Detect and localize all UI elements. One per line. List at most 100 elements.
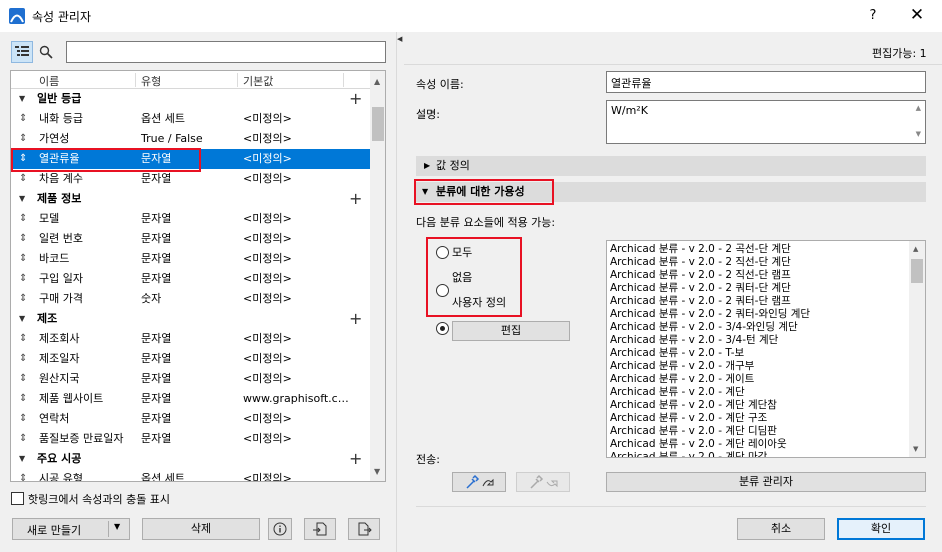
- move-handle-icon[interactable]: ⇕: [19, 269, 27, 289]
- group-row[interactable]: ▼ 일반 등급 +: [11, 89, 370, 109]
- classification-item[interactable]: Archicad 분류 - v 2.0 - 계단: [610, 386, 745, 399]
- radio-custom[interactable]: [436, 322, 449, 335]
- move-handle-icon[interactable]: ⇕: [19, 469, 27, 481]
- classification-item[interactable]: Archicad 분류 - v 2.0 - 계단 디딤판: [610, 425, 777, 438]
- add-icon[interactable]: +: [349, 189, 362, 209]
- delete-button[interactable]: 삭제: [142, 518, 260, 540]
- property-row[interactable]: ⇕ 모델 문자열 <미정의>: [11, 209, 370, 229]
- group-row[interactable]: ▼ 제품 정보 +: [11, 189, 370, 209]
- move-handle-icon[interactable]: ⇕: [19, 209, 27, 229]
- cancel-button[interactable]: 취소: [737, 518, 825, 540]
- classification-item[interactable]: Archicad 분류 - v 2.0 - 2 쿼터-단 램프: [610, 295, 791, 308]
- move-handle-icon[interactable]: ⇕: [19, 429, 27, 449]
- move-handle-icon[interactable]: ⇕: [19, 109, 27, 129]
- collapse-arrow-icon[interactable]: ▼: [19, 189, 25, 209]
- move-handle-icon[interactable]: ⇕: [19, 409, 27, 429]
- description-field[interactable]: W/m²K ▲ ▼: [606, 100, 926, 144]
- search-input[interactable]: [66, 41, 386, 63]
- property-row[interactable]: ⇕ 제품 웹사이트 문자열 www.graphisoft.co...: [11, 389, 370, 409]
- help-button[interactable]: ?: [860, 4, 886, 28]
- export-button[interactable]: [348, 518, 380, 540]
- column-header-type[interactable]: 유형: [141, 73, 161, 89]
- classification-item[interactable]: Archicad 분류 - v 2.0 - 2 곡선-단 계단: [610, 243, 791, 256]
- move-handle-icon[interactable]: ⇕: [19, 169, 27, 189]
- classification-item[interactable]: Archicad 분류 - v 2.0 - 2 직선-단 계단: [610, 256, 791, 269]
- radio-all[interactable]: [436, 246, 449, 259]
- property-row[interactable]: ⇕ 차음 계수 문자열 <미정의>: [11, 169, 370, 189]
- group-row[interactable]: ▼ 제조 +: [11, 309, 370, 329]
- classification-item[interactable]: Archicad 분류 - v 2.0 - 3/4-와인딩 계단: [610, 321, 798, 334]
- collapse-arrow-icon[interactable]: ▼: [19, 89, 25, 109]
- new-button[interactable]: 새로 만들기 ▼: [12, 518, 130, 540]
- scroll-down-icon[interactable]: ▼: [913, 445, 918, 453]
- move-handle-icon[interactable]: ⇕: [19, 389, 27, 409]
- inject-button[interactable]: [516, 472, 570, 492]
- scroll-up-icon[interactable]: ▲: [913, 245, 918, 253]
- value-definition-section[interactable]: ▶ 값 정의: [416, 156, 926, 176]
- ok-button[interactable]: 확인: [837, 518, 925, 540]
- property-row[interactable]: ⇕ 원산지국 문자열 <미정의>: [11, 369, 370, 389]
- info-button[interactable]: [268, 518, 292, 540]
- move-handle-icon[interactable]: ⇕: [19, 369, 27, 389]
- move-handle-icon[interactable]: ⇕: [19, 289, 27, 309]
- classification-item[interactable]: Archicad 분류 - v 2.0 - 2 쿼터-와인딩 계단: [610, 308, 810, 321]
- move-handle-icon[interactable]: ⇕: [19, 329, 27, 349]
- move-handle-icon[interactable]: ⇕: [19, 249, 27, 269]
- add-icon[interactable]: +: [349, 449, 362, 469]
- classification-manager-button[interactable]: 분류 관리자: [606, 472, 926, 492]
- scroll-thumb[interactable]: [372, 107, 384, 141]
- classification-item[interactable]: Archicad 분류 - v 2.0 - 개구부: [610, 360, 754, 373]
- collapse-arrow-icon[interactable]: ▼: [19, 309, 25, 329]
- classification-item[interactable]: Archicad 분류 - v 2.0 - 2 직선-단 램프: [610, 269, 791, 282]
- property-row[interactable]: ⇕ 제조회사 문자열 <미정의>: [11, 329, 370, 349]
- column-header-default[interactable]: 기본값: [243, 73, 273, 89]
- move-handle-icon[interactable]: ⇕: [19, 129, 27, 149]
- classification-item[interactable]: Archicad 분류 - v 2.0 - 계단 구조: [610, 412, 767, 425]
- radio-none[interactable]: [436, 284, 449, 297]
- classification-item[interactable]: Archicad 분류 - v 2.0 - 계단 마감: [610, 451, 767, 457]
- property-row[interactable]: ⇕ 가연성 True / False <미정의>: [11, 129, 370, 149]
- property-row[interactable]: ⇕ 일련 번호 문자열 <미정의>: [11, 229, 370, 249]
- property-row[interactable]: ⇕ 연락처 문자열 <미정의>: [11, 409, 370, 429]
- edit-button[interactable]: 편집: [452, 321, 570, 341]
- classification-item[interactable]: Archicad 분류 - v 2.0 - 계단 레이아웃: [610, 438, 787, 451]
- property-row[interactable]: ⇕ 바코드 문자열 <미정의>: [11, 249, 370, 269]
- classification-item[interactable]: Archicad 분류 - v 2.0 - 계단 계단참: [610, 399, 777, 412]
- property-name: 차음 계수: [39, 172, 83, 185]
- collapse-arrow-icon[interactable]: ◀: [397, 35, 402, 43]
- property-row[interactable]: ⇕ 내화 등급 옵션 세트 <미정의>: [11, 109, 370, 129]
- scroll-thumb[interactable]: [911, 259, 923, 283]
- group-row[interactable]: ▼ 주요 시공 +: [11, 449, 370, 469]
- pane-splitter[interactable]: [396, 32, 404, 552]
- import-button[interactable]: [304, 518, 336, 540]
- property-name: 구매 가격: [39, 292, 83, 305]
- classification-item[interactable]: Archicad 분류 - v 2.0 - 3/4-턴 계단: [610, 334, 778, 347]
- tree-view-icon[interactable]: [11, 41, 33, 63]
- property-row[interactable]: ⇕ 제조일자 문자열 <미정의>: [11, 349, 370, 369]
- scroll-down-icon[interactable]: ▼: [374, 467, 380, 476]
- property-row[interactable]: ⇕ 시공 유형 옵션 세트 <미정의>: [11, 469, 370, 481]
- add-icon[interactable]: +: [349, 89, 362, 109]
- classification-item[interactable]: Archicad 분류 - v 2.0 - 2 쿼터-단 계단: [610, 282, 791, 295]
- classification-scrollbar[interactable]: ▲ ▼: [909, 241, 925, 457]
- scroll-up-icon[interactable]: ▲: [374, 77, 380, 86]
- search-icon[interactable]: [35, 41, 57, 63]
- hotlink-conflict-checkbox[interactable]: [11, 492, 24, 505]
- add-icon[interactable]: +: [349, 309, 362, 329]
- move-handle-icon[interactable]: ⇕: [19, 349, 27, 369]
- tree-scrollbar[interactable]: ▲ ▼: [370, 71, 385, 481]
- collapse-arrow-icon[interactable]: ▼: [19, 449, 25, 469]
- property-row[interactable]: ⇕ 구매 가격 숫자 <미정의>: [11, 289, 370, 309]
- pick-up-button[interactable]: [452, 472, 506, 492]
- classification-item[interactable]: Archicad 분류 - v 2.0 - T-보: [610, 347, 744, 360]
- column-header-name[interactable]: 이름: [39, 73, 59, 89]
- property-row[interactable]: ⇕ 구입 일자 문자열 <미정의>: [11, 269, 370, 289]
- property-row[interactable]: ⇕ 품질보증 만료일자 문자열 <미정의>: [11, 429, 370, 449]
- classification-item[interactable]: Archicad 분류 - v 2.0 - 게이트: [610, 373, 754, 386]
- dropdown-arrow-icon[interactable]: ▼: [114, 522, 120, 531]
- property-name-field[interactable]: 열관류율: [606, 71, 926, 93]
- scroll-down-icon[interactable]: ▼: [916, 130, 921, 138]
- close-button[interactable]: ✕: [902, 4, 932, 28]
- move-handle-icon[interactable]: ⇕: [19, 229, 27, 249]
- scroll-up-icon[interactable]: ▲: [916, 104, 921, 112]
